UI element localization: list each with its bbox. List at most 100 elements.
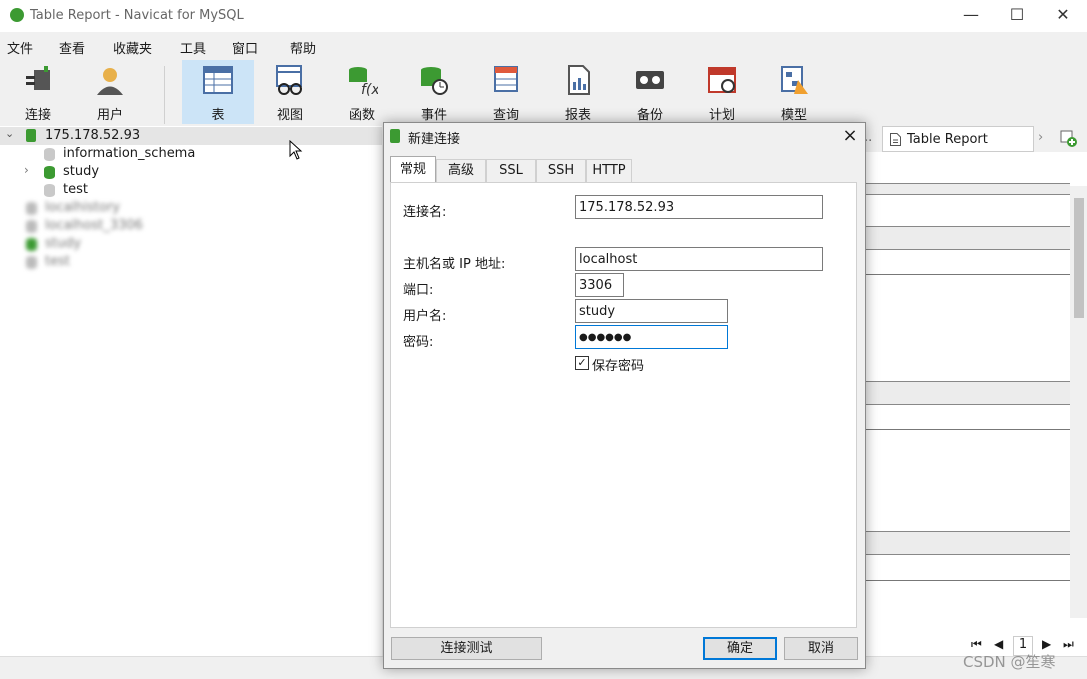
new-tab-icon[interactable]: [1060, 130, 1078, 148]
menu-help[interactable]: 帮助: [290, 38, 316, 57]
report-band: [860, 531, 1070, 555]
cancel-button[interactable]: 取消: [784, 637, 858, 660]
tree-db-label: study: [63, 164, 100, 179]
password-label: 密码:: [403, 335, 434, 350]
collapse-chevron-icon[interactable]: ⌄: [5, 127, 14, 140]
close-window-button[interactable]: ✕: [1040, 0, 1086, 32]
report-icon: [568, 65, 590, 95]
ok-button[interactable]: 确定: [703, 637, 777, 660]
tab-table-report[interactable]: Table Report: [882, 126, 1034, 152]
table-icon: [203, 66, 233, 94]
tree-connection-row[interactable]: ⌄ 175.178.52.93: [0, 127, 382, 145]
test-connection-button[interactable]: 连接测试: [391, 637, 542, 660]
tree-blurred-row[interactable]: test: [0, 253, 382, 271]
toolbar-schedule-label: 计划: [708, 108, 735, 123]
dialog-close-button[interactable]: ×: [838, 124, 862, 148]
host-label: 主机名或 IP 地址:: [403, 257, 506, 272]
right-tab-strip: .. Table Report ›: [860, 126, 1087, 152]
port-input[interactable]: 3306: [575, 273, 624, 297]
tab-http[interactable]: HTTP: [586, 159, 632, 182]
toolbar-function-button[interactable]: f(x) 函数: [329, 60, 395, 124]
menu-view[interactable]: 查看: [59, 38, 85, 57]
mouse-cursor-icon: [289, 140, 303, 160]
tree-blurred-row[interactable]: localhistory: [0, 199, 382, 217]
connection-icon: [390, 129, 400, 143]
title-bar: Table Report - Navicat for MySQL — ☐ ✕: [0, 0, 1087, 32]
toolbar-model-button[interactable]: 模型: [761, 60, 827, 124]
connection-name-label: 连接名:: [403, 205, 447, 220]
tab-general[interactable]: 常规: [390, 156, 436, 183]
toolbar-table-label: 表: [211, 108, 225, 123]
host-input[interactable]: localhost: [575, 247, 823, 271]
backup-icon: [636, 71, 664, 89]
tree-blurred-label: localhistory: [45, 200, 121, 215]
toolbar-view-button[interactable]: 视图: [257, 60, 323, 124]
minimize-button[interactable]: —: [948, 0, 994, 32]
connection-icon: [26, 129, 36, 142]
toolbar-event-button[interactable]: 事件: [401, 60, 467, 124]
port-label: 端口:: [403, 283, 434, 298]
toolbar-connection-label: 连接: [24, 108, 51, 123]
toolbar-separator: [164, 66, 165, 124]
report-band: [860, 226, 1070, 250]
tab-table-report-label: Table Report: [907, 132, 988, 147]
username-input[interactable]: study: [575, 299, 728, 323]
database-icon: [44, 148, 55, 161]
vertical-scrollbar[interactable]: [1070, 186, 1087, 618]
svg-text:f(x): f(x): [361, 82, 378, 96]
user-icon: [97, 68, 123, 95]
tree-blurred-row[interactable]: study: [0, 235, 382, 253]
save-password-label: 保存密码: [592, 359, 645, 374]
tree-blurred-row[interactable]: localhost_3306: [0, 217, 382, 235]
maximize-button[interactable]: ☐: [994, 0, 1040, 32]
toolbar-view-label: 视图: [276, 108, 303, 123]
menu-tools[interactable]: 工具: [180, 38, 206, 57]
database-icon: [26, 220, 37, 233]
database-icon: [44, 184, 55, 197]
tree-db-row[interactable]: information_schema: [0, 145, 382, 163]
toolbar-schedule-button[interactable]: 计划: [689, 60, 755, 124]
toolbar-report-button[interactable]: 报表: [545, 60, 611, 124]
scrollbar-thumb[interactable]: [1074, 198, 1084, 318]
plug-icon: [26, 66, 50, 90]
last-page-icon[interactable]: ⏭: [1063, 637, 1074, 652]
toolbar-table-button[interactable]: 表: [182, 60, 254, 124]
next-page-icon[interactable]: ▶: [1042, 637, 1051, 651]
tree-connection-label: 175.178.52.93: [45, 128, 141, 143]
event-icon: [421, 67, 448, 95]
password-input[interactable]: ●●●●●●: [575, 325, 728, 349]
tree-db-row[interactable]: test: [0, 181, 382, 199]
tab-advanced[interactable]: 高级: [436, 159, 486, 182]
report-band: [860, 183, 1070, 195]
connection-name-input[interactable]: 175.178.52.93: [575, 195, 823, 219]
prev-page-icon[interactable]: ◀: [994, 637, 1003, 651]
report-line: [860, 580, 1070, 581]
view-icon: [276, 65, 302, 95]
database-icon: [26, 202, 37, 215]
toolbar-connection-button[interactable]: 连接: [5, 60, 71, 124]
toolbar-query-button[interactable]: 查询: [473, 60, 539, 124]
new-connection-dialog: 新建连接 × 常规 高级 SSL SSH HTTP 连接名: 175.178.5…: [383, 122, 866, 669]
tree-blurred-label: study: [45, 236, 82, 251]
first-page-icon[interactable]: ⏮: [971, 637, 982, 652]
menu-window[interactable]: 窗口: [232, 38, 258, 57]
tab-scroll-right-icon[interactable]: ›: [1038, 130, 1043, 145]
tree-blurred-label: localhost_3306: [45, 218, 143, 233]
toolbar-user-label: 用户: [96, 108, 123, 123]
dialog-title: 新建连接: [408, 132, 461, 147]
connection-tree: ⌄ 175.178.52.93 information_schema › stu…: [0, 126, 382, 656]
expand-chevron-icon[interactable]: ›: [24, 163, 29, 177]
report-icon: [890, 133, 901, 146]
menu-file[interactable]: 文件: [7, 38, 33, 57]
report-pane: .. Table Report ›: [860, 126, 1087, 656]
save-password-checkbox[interactable]: ✓: [575, 356, 589, 370]
tab-ssh[interactable]: SSH: [536, 159, 586, 182]
tab-ssl[interactable]: SSL: [486, 159, 536, 182]
window-title: Table Report - Navicat for MySQL: [30, 8, 244, 23]
toolbar-user-button[interactable]: 用户: [77, 60, 143, 124]
menu-favorites[interactable]: 收藏夹: [113, 38, 152, 57]
toolbar-backup-button[interactable]: 备份: [617, 60, 683, 124]
database-icon: [26, 256, 37, 269]
toolbar-report-label: 报表: [564, 108, 591, 123]
tree-db-row[interactable]: › study: [0, 163, 382, 181]
